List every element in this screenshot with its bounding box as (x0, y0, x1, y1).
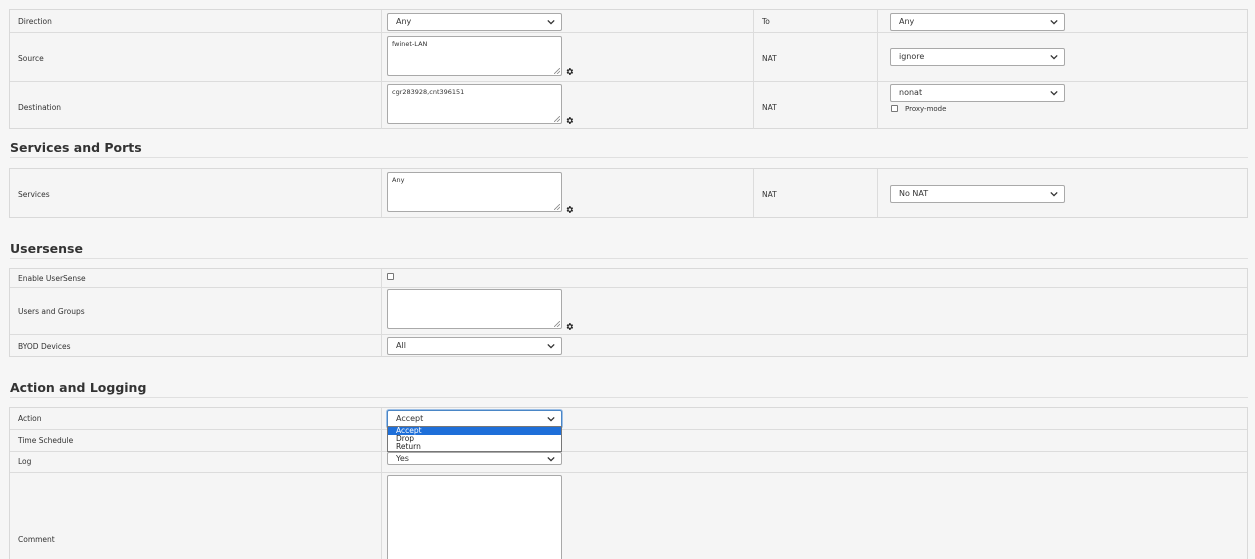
services-textarea[interactable]: Any (387, 172, 562, 212)
destination-nat-select[interactable]: nonat (890, 84, 1065, 102)
chevron-down-icon (1050, 191, 1058, 197)
gear-icon[interactable] (565, 67, 574, 76)
users-groups-label: Users and Groups (18, 307, 85, 316)
source-textarea[interactable]: fwinet-LAN (387, 36, 562, 76)
byod-label: BYOD Devices (18, 342, 71, 351)
action-select-value: Accept (396, 414, 424, 423)
destination-row: Destination cgr283928,cnt396151 NAT nona… (10, 81, 1247, 129)
destination-nat-select-value: nonat (899, 88, 923, 97)
source-textarea-value: fwinet-LAN (392, 40, 428, 48)
action-table: Action Accept Time Schedule Log Yes Comm… (9, 407, 1248, 559)
resize-grip-icon[interactable] (554, 321, 560, 327)
time-schedule-label: Time Schedule (18, 436, 74, 445)
byod-select-value: All (396, 341, 406, 350)
action-row: Action Accept (10, 408, 1247, 429)
destination-label: Destination (18, 103, 62, 112)
services-label: Services (18, 190, 50, 199)
services-heading-rule (10, 157, 1248, 158)
enable-usersense-checkbox[interactable] (387, 273, 394, 280)
to-select-value: Any (899, 17, 915, 26)
byod-select[interactable]: All (387, 337, 562, 355)
comment-row: Comment (10, 472, 1247, 559)
direction-select-value: Any (396, 17, 412, 26)
chevron-down-icon (547, 456, 555, 462)
chevron-down-icon (547, 416, 555, 422)
source-row: Source fwinet-LAN NAT ignore (10, 32, 1247, 81)
to-select[interactable]: Any (890, 13, 1065, 31)
services-textarea-value: Any (392, 176, 405, 184)
comment-label: Comment (18, 535, 55, 544)
destination-textarea[interactable]: cgr283928,cnt396151 (387, 84, 562, 124)
comment-textarea[interactable] (387, 475, 562, 559)
chevron-down-icon (547, 343, 555, 349)
services-nat-select-value: No NAT (899, 189, 929, 198)
source-label: Source (18, 54, 44, 63)
gear-icon[interactable] (565, 116, 574, 125)
source-nat-select[interactable]: ignore (890, 48, 1065, 66)
general-table: Direction Any To Any Source fwinet-LAN N… (9, 9, 1248, 129)
usersense-heading: Usersense (10, 241, 83, 256)
destination-nat-label: NAT (762, 103, 777, 112)
action-heading: Action and Logging (10, 380, 147, 395)
action-heading-rule (10, 397, 1248, 398)
services-heading: Services and Ports (10, 140, 142, 155)
users-groups-row: Users and Groups (10, 287, 1247, 334)
usersense-heading-rule (10, 258, 1248, 259)
action-label: Action (18, 414, 42, 423)
time-schedule-row: Time Schedule (10, 429, 1247, 451)
to-label: To (762, 17, 770, 26)
enable-usersense-row: Enable UserSense (10, 269, 1247, 287)
resize-grip-icon[interactable] (554, 116, 560, 122)
services-nat-select[interactable]: No NAT (890, 185, 1065, 203)
resize-grip-icon[interactable] (554, 204, 560, 210)
log-select-value: Yes (396, 454, 409, 463)
chevron-down-icon (1050, 90, 1058, 96)
gear-icon[interactable] (565, 205, 574, 214)
byod-row: BYOD Devices All (10, 334, 1247, 356)
direction-label: Direction (18, 17, 52, 26)
chevron-down-icon (547, 19, 555, 25)
services-table: Services Any NAT No NAT (9, 168, 1248, 218)
chevron-down-icon (1050, 54, 1058, 60)
log-row: Log Yes (10, 451, 1247, 472)
proxy-mode-checkbox[interactable] (891, 105, 898, 112)
enable-usersense-label: Enable UserSense (18, 274, 86, 283)
log-select[interactable]: Yes (387, 452, 562, 465)
log-label: Log (18, 457, 32, 466)
source-nat-label: NAT (762, 54, 777, 63)
chevron-down-icon (1050, 19, 1058, 25)
services-nat-label: NAT (762, 190, 777, 199)
users-groups-textarea[interactable] (387, 289, 562, 329)
destination-textarea-value: cgr283928,cnt396151 (392, 88, 465, 96)
services-row: Services Any NAT No NAT (10, 169, 1247, 217)
action-dropdown-list: Accept Drop Return (387, 426, 562, 452)
usersense-table: Enable UserSense Users and Groups BYOD D… (9, 268, 1248, 357)
direction-select[interactable]: Any (387, 13, 562, 31)
action-option-return[interactable]: Return (388, 443, 561, 451)
proxy-mode-label: Proxy-mode (905, 105, 947, 113)
resize-grip-icon[interactable] (554, 68, 560, 74)
direction-row: Direction Any To Any (10, 10, 1247, 32)
source-nat-select-value: ignore (899, 52, 925, 61)
gear-icon[interactable] (565, 322, 574, 331)
